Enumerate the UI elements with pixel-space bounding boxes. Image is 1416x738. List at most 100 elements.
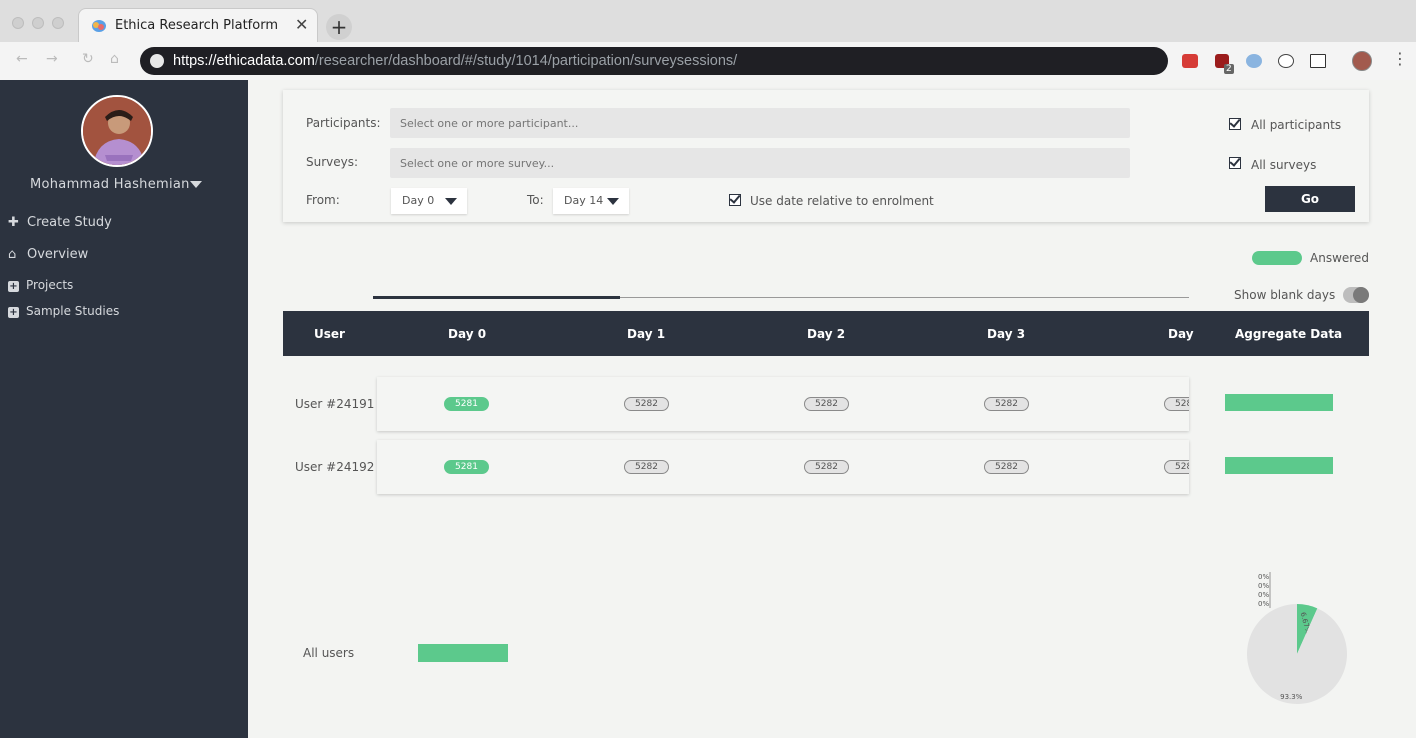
address-bar[interactable]: https://ethicadata.com/researcher/dashbo…	[140, 47, 1168, 75]
show-blank-days-toggle[interactable]	[1343, 287, 1369, 303]
column-header-day-3: Day 3	[987, 327, 1026, 341]
show-blank-days-label: Show blank days	[1234, 288, 1336, 302]
pie-slice-label: 93.3%	[1280, 693, 1303, 701]
sidebar-item-label: Create Study	[27, 215, 112, 230]
browser-profile-avatar[interactable]	[1352, 51, 1372, 71]
all-participants-checkbox[interactable]	[1229, 118, 1241, 130]
sidebar-item-sample-studies[interactable]: + Sample Studies	[8, 304, 119, 318]
all-surveys-label: All surveys	[1251, 158, 1317, 172]
survey-session-pill[interactable]: 5282	[1164, 397, 1189, 411]
survey-session-pill[interactable]: 5282	[1164, 460, 1189, 474]
survey-session-pill[interactable]: 5281	[444, 397, 489, 411]
survey-session-pill[interactable]: 5282	[624, 397, 669, 411]
clapper-extension-icon[interactable]	[1310, 54, 1326, 68]
browser-menu-icon[interactable]: ⋮	[1392, 49, 1408, 68]
column-header-day-0: Day 0	[448, 327, 487, 341]
plus-box-icon: +	[8, 307, 19, 318]
all-users-label: All users	[303, 646, 355, 660]
ethica-favicon-icon	[92, 20, 106, 32]
aggregate-bar	[1225, 394, 1333, 411]
pie-slice[interactable]	[1247, 604, 1347, 704]
url-path: /researcher/dashboard/#/study/1014/parti…	[314, 53, 738, 69]
survey-session-pill[interactable]: 5282	[984, 460, 1029, 474]
survey-session-pill[interactable]: 5282	[804, 397, 849, 411]
surveys-select[interactable]	[390, 148, 1130, 178]
survey-session-pill[interactable]: 5282	[624, 460, 669, 474]
participants-select[interactable]	[390, 108, 1130, 138]
pie-small-label: 0%	[1258, 582, 1269, 590]
browser-toolbar: ← → ↻ ⌂ https://ethicadata.com/researche…	[0, 42, 1416, 80]
filter-panel: Participants: Surveys: From: Day 0 To: D…	[283, 90, 1369, 222]
sidebar-item-label: Projects	[26, 278, 74, 292]
to-value: Day 14	[564, 194, 604, 207]
user-menu-caret-icon[interactable]	[190, 181, 202, 188]
survey-session-pill[interactable]: 5282	[984, 397, 1029, 411]
user-name[interactable]: Mohammad Hashemian	[30, 177, 190, 192]
all-users-bar	[418, 644, 508, 662]
sidebar-item-projects[interactable]: + Projects	[8, 278, 73, 292]
chevron-down-icon	[445, 198, 457, 205]
json-extension-icon[interactable]	[1278, 54, 1294, 68]
sidebar: Mohammad Hashemian ✚ Create Study ⌂ Overvi…	[0, 80, 248, 738]
home-browser-icon[interactable]: ⌂	[110, 51, 119, 67]
close-window-button[interactable]	[12, 17, 24, 29]
sidebar-item-create-study[interactable]: ✚ Create Study	[8, 215, 112, 230]
column-header-day-1: Day 1	[627, 327, 666, 341]
extension-badge: 2	[1224, 64, 1234, 74]
from-label: From:	[306, 193, 340, 207]
relative-date-checkbox[interactable]	[729, 194, 741, 206]
plus-box-icon: +	[8, 281, 19, 292]
surveys-label: Surveys:	[306, 155, 359, 169]
url-host: https://ethicadata.com	[173, 53, 315, 69]
new-tab-button[interactable]: +	[326, 14, 352, 40]
column-header-user: User	[314, 327, 345, 341]
survey-session-pill[interactable]: 5282	[804, 460, 849, 474]
mail-extension-icon[interactable]	[1246, 54, 1262, 68]
back-arrow-icon[interactable]: ←	[16, 51, 28, 67]
table-header: User Day 0 Day 1 Day 2 Day 3 Day Aggrega…	[283, 311, 1369, 356]
answered-legend-swatch	[1252, 251, 1302, 265]
sidebar-item-overview[interactable]: ⌂ Overview	[8, 247, 88, 262]
toggle-knob	[1353, 287, 1369, 303]
reload-icon[interactable]: ↻	[82, 51, 94, 67]
forward-arrow-icon[interactable]: →	[46, 51, 58, 67]
browser-tab[interactable]: Ethica Research Platform ✕	[78, 8, 318, 42]
column-header-aggregate: Aggregate Data	[1235, 327, 1343, 341]
chevron-down-icon	[607, 198, 619, 205]
pie-small-label: 0%	[1258, 591, 1269, 599]
table-row: 5281 5282 5282 5282 5282	[377, 377, 1189, 431]
tab-title: Ethica Research Platform	[115, 18, 278, 33]
pie-small-label: 0%	[1258, 573, 1269, 581]
puzzle-icon: ✚	[8, 215, 19, 230]
from-dropdown[interactable]: Day 0	[391, 188, 467, 214]
url-text: https://ethicadata.com/researcher/dashbo…	[173, 53, 737, 69]
globe-icon	[150, 54, 164, 68]
go-button[interactable]: Go	[1265, 186, 1355, 212]
survey-session-pill[interactable]: 5281	[444, 460, 489, 474]
relative-date-label: Use date relative to enrolment	[750, 194, 934, 208]
home-icon: ⌂	[8, 247, 17, 262]
maximize-window-button[interactable]	[52, 17, 64, 29]
horizontal-scroll-thumb[interactable]	[373, 296, 620, 299]
lastpass-extension-icon[interactable]	[1182, 54, 1198, 68]
from-value: Day 0	[402, 194, 435, 207]
all-participants-label: All participants	[1251, 118, 1342, 132]
close-tab-icon[interactable]: ✕	[295, 15, 308, 34]
participants-label: Participants:	[306, 116, 381, 130]
to-label: To:	[527, 193, 544, 207]
sidebar-item-label: Sample Studies	[26, 304, 120, 318]
column-header-day-2: Day 2	[807, 327, 846, 341]
browser-chrome: Ethica Research Platform ✕ + ← → ↻ ⌂ htt…	[0, 0, 1416, 80]
all-surveys-checkbox[interactable]	[1229, 157, 1241, 169]
row-user-label: User #24191	[295, 397, 375, 411]
row-user-label: User #24192	[295, 460, 375, 474]
to-dropdown[interactable]: Day 14	[553, 188, 629, 214]
answered-legend-label: Answered	[1310, 251, 1369, 265]
minimize-window-button[interactable]	[32, 17, 44, 29]
aggregate-bar	[1225, 457, 1333, 474]
column-header-day-4: Day	[1168, 327, 1194, 341]
table-row: 5281 5282 5282 5282 5282	[377, 440, 1189, 494]
user-avatar	[81, 95, 153, 167]
avatar-portrait-icon	[83, 97, 151, 165]
pie-small-label: 0%	[1258, 600, 1269, 608]
